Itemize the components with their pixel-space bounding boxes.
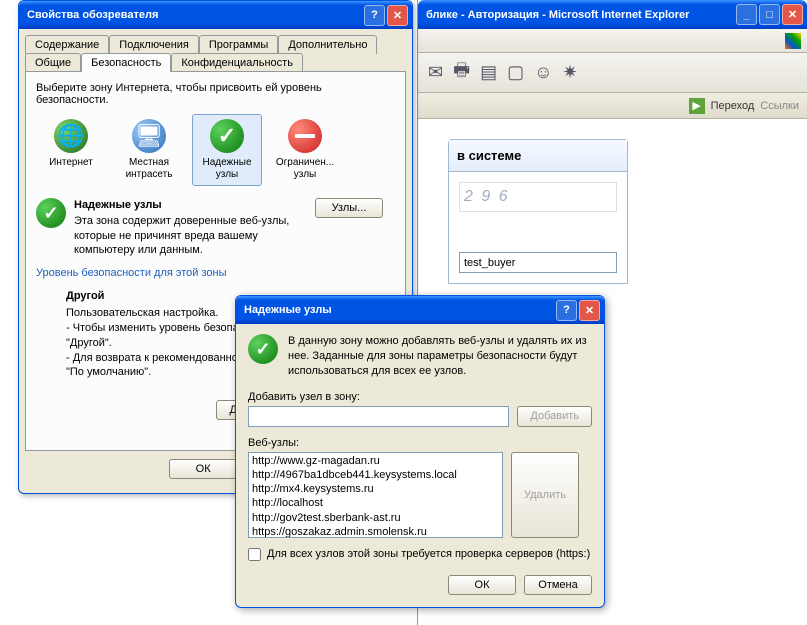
- print-icon[interactable]: 🖶: [453, 58, 470, 88]
- check-icon: ✓: [36, 198, 66, 228]
- zone-label: Интернет: [39, 157, 103, 169]
- globe-icon: 🌐: [54, 119, 88, 153]
- ok-button[interactable]: ОК: [448, 575, 516, 595]
- captcha-image: 2 9 6: [459, 182, 617, 212]
- add-site-label: Добавить узел в зону:: [248, 391, 592, 403]
- close-button[interactable]: ✕: [387, 5, 408, 26]
- remove-button[interactable]: Удалить: [511, 452, 579, 538]
- zone-label: Ограничен... узлы: [273, 157, 337, 181]
- https-checkbox[interactable]: [248, 548, 261, 561]
- zone-label: Надежные узлы: [195, 157, 259, 181]
- tab-privacy[interactable]: Конфиденциальность: [171, 53, 303, 72]
- site-list[interactable]: http://www.gz-magadan.ru http://4967ba1d…: [248, 452, 503, 538]
- ie-titlebar: блике - Авторизация - Microsoft Internet…: [418, 0, 807, 29]
- check-icon: ✓: [248, 334, 278, 364]
- ok-button[interactable]: ОК: [169, 459, 237, 479]
- sites-desc: В данную зону можно добавлять веб-узлы и…: [288, 334, 592, 379]
- props-title: Свойства обозревателя: [27, 9, 364, 21]
- folder-icon[interactable]: ▢: [507, 62, 524, 83]
- stop-icon: [288, 119, 322, 153]
- trusted-sites-dialog: Надежные узлы ? ✕ ✓ В данную зону можно …: [235, 295, 605, 608]
- windows-flag-icon: [785, 33, 801, 49]
- zone-trusted[interactable]: ✓ Надежные узлы: [192, 114, 262, 186]
- tab-content[interactable]: Содержание: [25, 35, 109, 54]
- tab-general[interactable]: Общие: [25, 53, 81, 72]
- close-button[interactable]: ✕: [782, 4, 803, 25]
- messenger-icon[interactable]: ☺: [534, 62, 552, 83]
- sites-button[interactable]: Узлы...: [315, 198, 383, 218]
- zone-label: Местная интрасеть: [117, 157, 181, 181]
- minimize-button[interactable]: _: [736, 4, 757, 25]
- list-item[interactable]: http://4967ba1dbceb441.keysystems.local: [250, 468, 501, 482]
- props-titlebar: Свойства обозревателя ? ✕: [19, 1, 412, 29]
- tab-connections[interactable]: Подключения: [109, 35, 199, 54]
- zone-intranet[interactable]: 🖥 Местная интрасеть: [114, 114, 184, 186]
- edit-icon[interactable]: ▤: [480, 62, 497, 83]
- security-level-text: Уровень безопасности для этой зоны: [36, 267, 395, 279]
- zone-restricted[interactable]: Ограничен... узлы: [270, 114, 340, 186]
- login-header: в системе: [449, 140, 627, 172]
- sites-titlebar: Надежные узлы ? ✕: [236, 296, 604, 324]
- ie-page-content: в системе 2 9 6: [418, 119, 807, 304]
- login-box: в системе 2 9 6: [448, 139, 628, 284]
- list-item[interactable]: http://mx4.keysystems.ru: [250, 482, 501, 496]
- tabs-row-1: Содержание Подключения Программы Дополни…: [25, 35, 406, 54]
- go-label[interactable]: Переход: [711, 100, 755, 112]
- list-item[interactable]: https://goszakaz.admin.smolensk.ru: [250, 525, 501, 538]
- help-button[interactable]: ?: [556, 300, 577, 321]
- https-check-label: Для всех узлов этой зоны требуется прове…: [267, 548, 590, 560]
- list-item[interactable]: http://gov2test.sberbank-ast.ru: [250, 511, 501, 525]
- check-icon: ✓: [210, 119, 244, 153]
- trusted-title: Надежные узлы: [74, 198, 307, 212]
- tabs-row-2: Общие Безопасность Конфиденциальность: [25, 53, 406, 72]
- add-site-input[interactable]: [248, 406, 509, 427]
- help-button[interactable]: ?: [364, 5, 385, 26]
- close-button[interactable]: ✕: [579, 300, 600, 321]
- links-label[interactable]: Ссылки: [760, 100, 799, 112]
- zone-instruction: Выберите зону Интернета, чтобы присвоить…: [36, 82, 395, 106]
- maximize-button[interactable]: □: [759, 4, 780, 25]
- sites-title: Надежные узлы: [244, 304, 556, 316]
- list-item[interactable]: http://localhost: [250, 496, 501, 510]
- zone-list: 🌐 Интернет 🖥 Местная интрасеть ✓ Надежны…: [36, 114, 395, 186]
- zone-internet[interactable]: 🌐 Интернет: [36, 114, 106, 186]
- tab-programs[interactable]: Программы: [199, 35, 278, 54]
- tool-icon[interactable]: ✷: [563, 62, 578, 83]
- intranet-icon: 🖥: [132, 119, 166, 153]
- trusted-desc: Эта зона содержит доверенные веб-узлы, к…: [74, 214, 307, 257]
- mail-icon[interactable]: ✉: [428, 62, 443, 83]
- go-icon[interactable]: ▶: [689, 98, 705, 114]
- cancel-button[interactable]: Отмена: [524, 575, 592, 595]
- list-item[interactable]: http://www.gz-magadan.ru: [250, 454, 501, 468]
- add-button[interactable]: Добавить: [517, 406, 592, 427]
- site-list-label: Веб-узлы:: [248, 437, 592, 449]
- tab-advanced[interactable]: Дополнительно: [278, 35, 377, 54]
- ie-toolbar: ✉ 🖶 ▤ ▢ ☺ ✷: [418, 53, 807, 93]
- ie-title: блике - Авторизация - Microsoft Internet…: [426, 9, 736, 21]
- username-input[interactable]: [459, 252, 617, 273]
- tab-security[interactable]: Безопасность: [81, 53, 171, 72]
- ie-addressbar: ▶ Переход Ссылки: [418, 93, 807, 119]
